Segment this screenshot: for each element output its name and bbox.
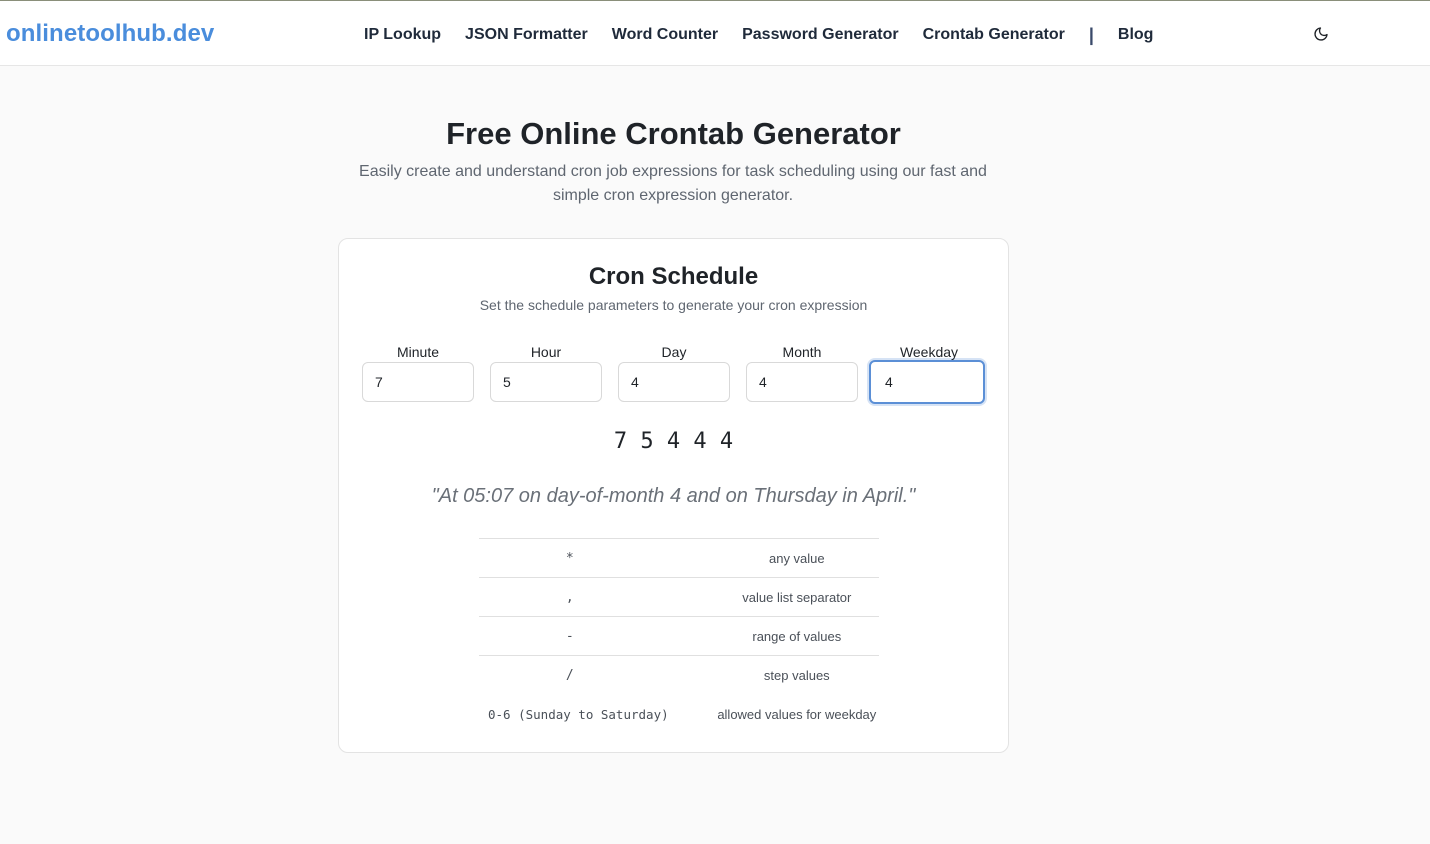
legend-meaning: range of values [660,616,879,656]
weekday-label: Weekday [899,344,959,360]
month-field: Month [746,343,858,402]
legend-symbol: / [479,655,661,695]
legend-meaning: allowed values for weekday [717,706,877,722]
hour-label: Hour [530,344,562,360]
site-header: onlinetoolhub.dev IP Lookup JSON Formatt… [0,1,1430,66]
nav-ip-lookup[interactable]: IP Lookup [352,26,453,44]
month-input[interactable] [746,362,858,402]
legend-row: , value list separator [479,577,879,617]
nav-word-counter[interactable]: Word Counter [600,26,730,44]
legend-symbol: - [479,616,661,656]
cron-human-readable: "At 05:07 on day-of-month 4 and on Thurs… [431,485,916,507]
minute-label: Minute [396,344,440,360]
cron-legend-table: * any value , value list separator - ran… [479,538,879,734]
cron-expression: 7 5 4 4 4 [613,429,734,454]
legend-symbol: 0-6 (Sunday to Saturday) [488,706,669,722]
schedule-fields: Minute Hour Day Month Weekday [362,343,988,407]
card-title: Cron Schedule [588,263,759,290]
moon-icon [1314,27,1328,41]
nav-password-generator[interactable]: Password Generator [730,26,911,44]
legend-meaning: value list separator [660,577,879,617]
main-nav: IP Lookup JSON Formatter Word Counter Pa… [352,23,1165,47]
legend-symbol: * [479,538,661,578]
legend-meaning: any value [660,538,879,578]
page-title: Free Online Crontab Generator [446,116,901,151]
hour-input[interactable] [490,362,602,402]
nav-separator: | [1088,24,1094,45]
month-label: Month [782,344,822,360]
theme-toggle-button[interactable] [1310,23,1332,45]
legend-meaning: step values [660,655,879,695]
nav-json-formatter[interactable]: JSON Formatter [453,26,600,44]
nav-crontab-generator[interactable]: Crontab Generator [911,26,1077,44]
day-field: Day [618,343,730,402]
day-label: Day [661,344,687,360]
legend-row: - range of values [479,616,879,656]
legend-row: / step values [479,655,879,695]
legend-symbol: , [479,577,661,617]
page-subtitle: Easily create and understand cron job ex… [359,163,987,204]
legend-row: * any value [479,538,879,578]
weekday-field: Weekday [869,343,985,404]
legend-row: 0-6 (Sunday to Saturday) allowed values … [479,695,879,734]
card-description: Set the schedule parameters to generate … [479,297,868,313]
minute-field: Minute [362,343,474,402]
weekday-input[interactable] [869,360,985,404]
hour-field: Hour [490,343,602,402]
nav-blog[interactable]: Blog [1106,26,1166,44]
minute-input[interactable] [362,362,474,402]
site-logo[interactable]: onlinetoolhub.dev [6,20,214,48]
day-input[interactable] [618,362,730,402]
cron-schedule-card: Cron Schedule Set the schedule parameter… [338,238,1009,753]
